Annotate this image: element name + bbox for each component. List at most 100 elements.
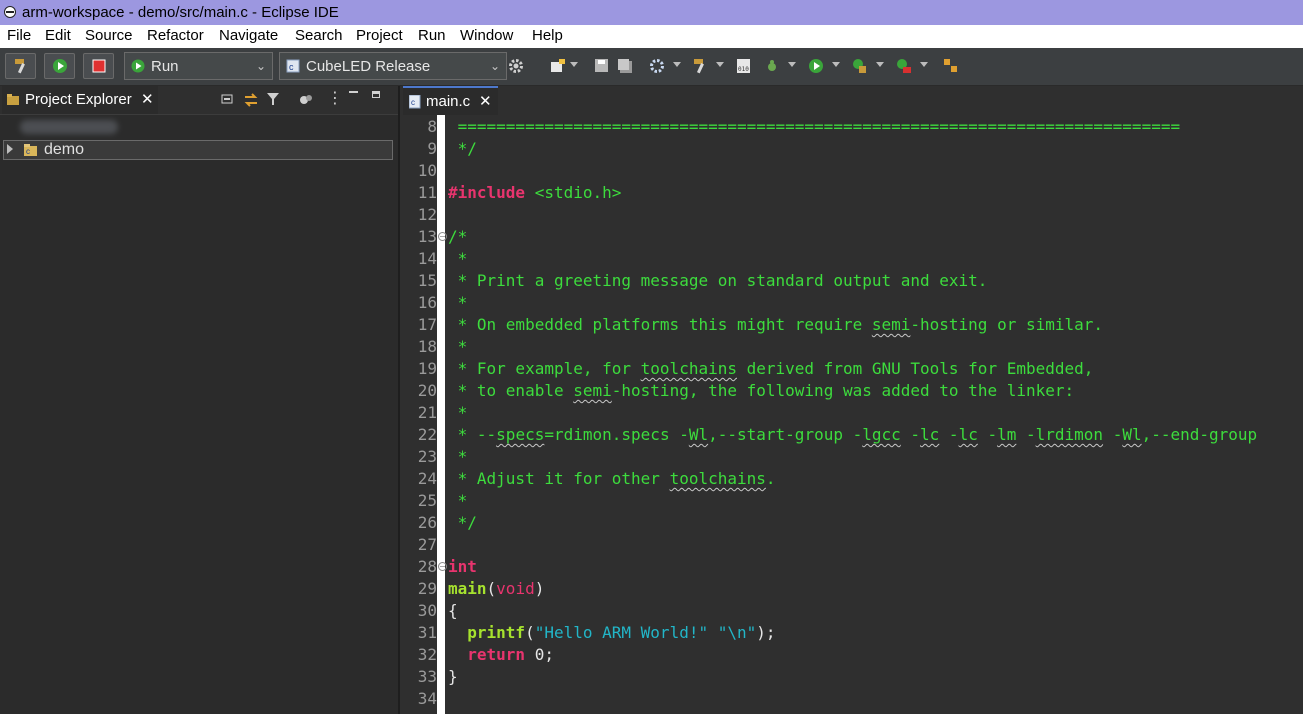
line-number: 20 xyxy=(417,381,437,400)
chevron-down-icon[interactable] xyxy=(788,62,796,67)
code-line: return 0; xyxy=(448,644,554,666)
collapse-all-icon[interactable] xyxy=(221,93,235,107)
svg-text:c: c xyxy=(289,62,294,72)
minimize-icon[interactable] xyxy=(349,91,358,93)
menu-navigate[interactable]: Navigate xyxy=(219,27,278,44)
line-number: 28 xyxy=(417,557,437,576)
spelling-warning: lrdimon xyxy=(1035,425,1104,444)
comment-text: * On embedded platforms this might requi… xyxy=(448,315,872,334)
menu-edit[interactable]: Edit xyxy=(45,27,71,44)
expand-arrow-icon[interactable] xyxy=(7,144,13,154)
comment-text: * to enable xyxy=(448,381,574,400)
menu-refactor[interactable]: Refactor xyxy=(147,27,204,44)
line-number: 16 xyxy=(417,293,437,312)
spelling-warning: lc xyxy=(958,425,978,444)
comment-text: * xyxy=(448,447,468,466)
close-icon[interactable]: ✕ xyxy=(141,86,154,114)
run-icon[interactable] xyxy=(808,58,824,74)
fold-toggle-icon[interactable] xyxy=(438,562,447,571)
external-tools-icon[interactable] xyxy=(852,58,868,74)
build-button[interactable] xyxy=(5,53,36,79)
line-number: 19 xyxy=(417,359,437,378)
menu-window[interactable]: Window xyxy=(460,27,513,44)
filter-icon[interactable] xyxy=(266,92,280,106)
tree-item-demo[interactable]: c demo xyxy=(3,140,393,160)
menu-search[interactable]: Search xyxy=(295,27,343,44)
gear-icon[interactable] xyxy=(508,58,524,74)
chevron-down-icon[interactable] xyxy=(920,62,928,67)
save-icon[interactable] xyxy=(594,58,610,74)
perspective-icon[interactable] xyxy=(943,58,959,74)
comment-text: ,--end-group xyxy=(1141,425,1258,444)
focus-on-task-icon[interactable] xyxy=(298,92,314,108)
close-icon[interactable]: ✕ xyxy=(479,88,492,115)
comment-text: -hosting or similar. xyxy=(910,315,1104,334)
spelling-warning: semi xyxy=(871,315,911,334)
line-number: 23 xyxy=(417,447,437,466)
comment-text: ========================================… xyxy=(448,117,1181,136)
spelling-warning: toolchains xyxy=(669,469,766,488)
project-explorer-panel: Project Explorer ✕ ⋮ c demo xyxy=(0,86,400,714)
line-number: 32 xyxy=(417,645,437,664)
chevron-down-icon[interactable] xyxy=(673,62,681,67)
stop-button[interactable] xyxy=(83,53,114,79)
save-all-icon[interactable] xyxy=(617,58,633,74)
code-line: printf("Hello ARM World!" "\n"); xyxy=(448,622,775,644)
new-file-icon[interactable] xyxy=(550,58,566,74)
launch-configuration-select[interactable]: c CubeLED Release ⌄ xyxy=(279,52,507,80)
comment-text: - xyxy=(939,425,959,444)
spelling-warning: specs xyxy=(496,425,545,444)
stop-icon xyxy=(92,59,106,73)
fold-toggle-icon[interactable] xyxy=(438,232,447,241)
line-number: 15 xyxy=(417,271,437,290)
menu-run[interactable]: Run xyxy=(418,27,446,44)
maximize-icon[interactable] xyxy=(372,91,380,98)
comment-text: * Print a greeting message on standard o… xyxy=(448,271,988,290)
code-line: * Adjust it for other toolchains. xyxy=(448,468,776,490)
chevron-down-icon: ⌄ xyxy=(489,59,500,73)
spelling-warning: Wl xyxy=(1122,425,1142,444)
debug-icon[interactable] xyxy=(764,58,780,74)
tab-title: main.c xyxy=(426,93,471,110)
menu-help[interactable]: Help xyxy=(532,27,563,44)
c-project-icon: c xyxy=(24,144,37,156)
comment-text: * For example, for xyxy=(448,359,641,378)
link-with-editor-icon[interactable] xyxy=(243,92,259,108)
code-line: /* xyxy=(448,226,467,248)
comment-text: * -- xyxy=(448,425,497,444)
spelling-warning: lgcc xyxy=(862,425,901,444)
launch-mode-select[interactable]: Run ⌄ xyxy=(124,52,273,80)
debug-launch-button[interactable] xyxy=(44,53,75,79)
code-line: */ xyxy=(448,512,477,534)
svg-text:010: 010 xyxy=(738,66,749,73)
tab-main-c[interactable]: c main.c ✕ xyxy=(403,86,498,115)
hammer-icon[interactable] xyxy=(692,58,708,74)
coverage-icon[interactable] xyxy=(896,58,912,74)
line-number: 13 xyxy=(417,227,437,246)
spelling-warning: semi xyxy=(573,381,612,400)
comment-text: */ xyxy=(448,513,477,532)
menu-file[interactable]: File xyxy=(7,27,31,44)
code-line: int xyxy=(448,556,477,578)
chevron-down-icon[interactable] xyxy=(876,62,884,67)
binary-file-icon[interactable]: 010 xyxy=(736,58,752,74)
code-line: * Print a greeting message on standard o… xyxy=(448,270,988,292)
svg-text:c: c xyxy=(26,147,30,156)
chevron-down-icon[interactable] xyxy=(832,62,840,67)
view-menu-icon[interactable]: ⋮ xyxy=(327,88,343,108)
menu-project[interactable]: Project xyxy=(356,27,403,44)
chevron-down-icon[interactable] xyxy=(716,62,724,67)
run-icon xyxy=(53,59,67,73)
tab-project-explorer[interactable]: Project Explorer ✕ xyxy=(2,86,158,114)
line-number: 17 xyxy=(417,315,437,334)
line-number: 18 xyxy=(417,337,437,356)
build-settings-icon[interactable] xyxy=(649,58,665,74)
chevron-down-icon[interactable] xyxy=(570,62,578,67)
preprocessor-directive: #include xyxy=(448,183,526,202)
menu-source[interactable]: Source xyxy=(85,27,133,44)
keyword: int xyxy=(448,557,477,576)
code-token: ( xyxy=(525,623,535,642)
code-text-area[interactable]: ========================================… xyxy=(445,115,1303,714)
line-number: 33 xyxy=(417,667,437,686)
